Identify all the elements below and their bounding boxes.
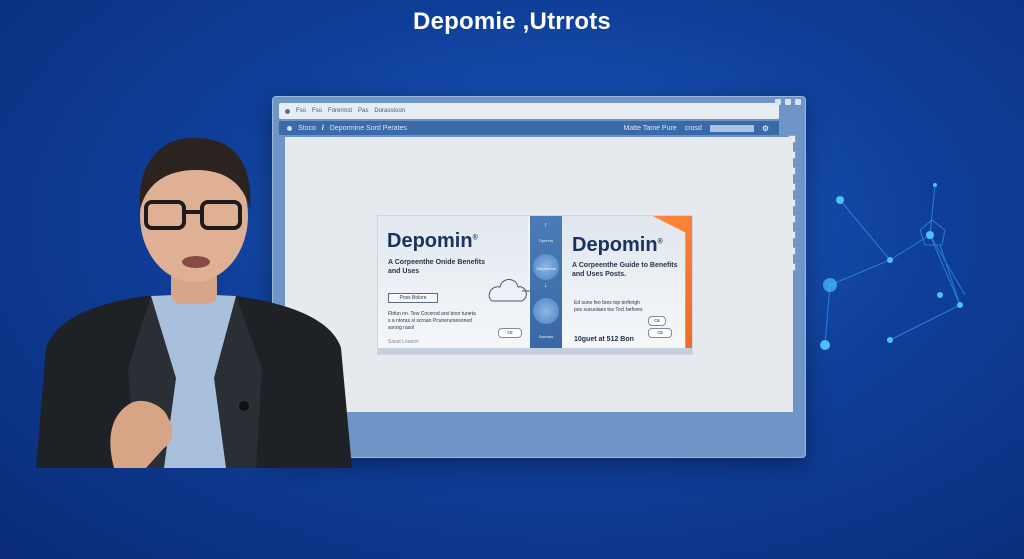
video-title: Depomie ,Utrrots [413,8,611,35]
banner-subtitle: A Corpeenthe Guide to Benefits and Uses … [572,262,678,278]
toggle-control[interactable]: ce [498,328,522,338]
menu-item[interactable]: Fso [312,108,322,114]
strip-label: Gpenrrs [538,238,554,243]
banner-subtitle: A Corpeenthe Onide Benefits and Uses [388,259,485,275]
close-icon[interactable] [795,99,801,105]
banner-left-panel: Depomin® A Corpeenthe Onide Benefits and… [378,216,530,354]
strip-label: Sstenas [538,334,554,339]
banner-footer: Sasat Leaoon [388,339,419,345]
banner-footer: 10guet at 512 Bon [574,336,634,343]
address-bar: Stoco / Depormine Sord Perates Matte Tam… [279,121,779,135]
network-graphic [820,183,966,350]
brand-title: Depomin® [572,234,663,256]
maximize-icon[interactable] [785,99,791,105]
address-right-label[interactable]: Matte Tame Pure [624,125,677,132]
banner-bottom-bar [378,348,692,354]
strip-label: Stepenrros [536,266,556,271]
app-menu-icon[interactable] [285,108,290,114]
address-right-controls: Matte Tame Pure crosd ⚙ [624,124,769,133]
banner-paragraph: Fbfun nn. Tew Cocerod arsi boor tuneta s… [388,311,476,331]
banner-button[interactable]: Poss Bolore [388,293,438,303]
network-globe-icon [533,298,559,324]
arrow-down-icon: ↓ [544,282,548,289]
banner-paragraph: Ed sune feo bres top terferigh pos sucuo… [574,300,643,313]
menu-bar: Fso Fso Forermst Pas Dorasstoon [279,103,779,119]
menu-item[interactable]: Dorasstoon [374,108,405,114]
minimize-icon[interactable] [775,99,781,105]
gear-icon[interactable]: ⚙ [762,124,769,133]
browser-window: Fso Fso Forermst Pas Dorasstoon Stoco / … [272,96,806,458]
product-banner: Depomin® A Corpeenthe Onide Benefits and… [377,215,693,355]
banner-right-panel: Depomin® A Corpeenthe Guide to Benefits … [562,216,692,354]
search-input[interactable] [709,124,754,132]
page-content: Depomin® A Corpeenthe Onide Benefits and… [285,137,793,412]
banner-center-strip: ↑ Gpenrrs Stepenrros ↓ Sstenas [530,216,562,354]
toggle-control[interactable]: ca [648,316,666,326]
window-controls [775,99,801,105]
arrow-up-icon: ↑ [544,222,548,229]
toggle-control[interactable]: ca [648,328,672,338]
cloud-outline-icon [488,279,530,302]
menu-item[interactable]: Fso [296,108,306,114]
menu-item[interactable]: Forermst [328,108,352,114]
address-right-label-2[interactable]: crosd [685,125,702,132]
presenter-photo [36,137,352,468]
menu-item[interactable]: Pas [358,108,368,114]
brand-title: Depomin® [387,230,478,252]
